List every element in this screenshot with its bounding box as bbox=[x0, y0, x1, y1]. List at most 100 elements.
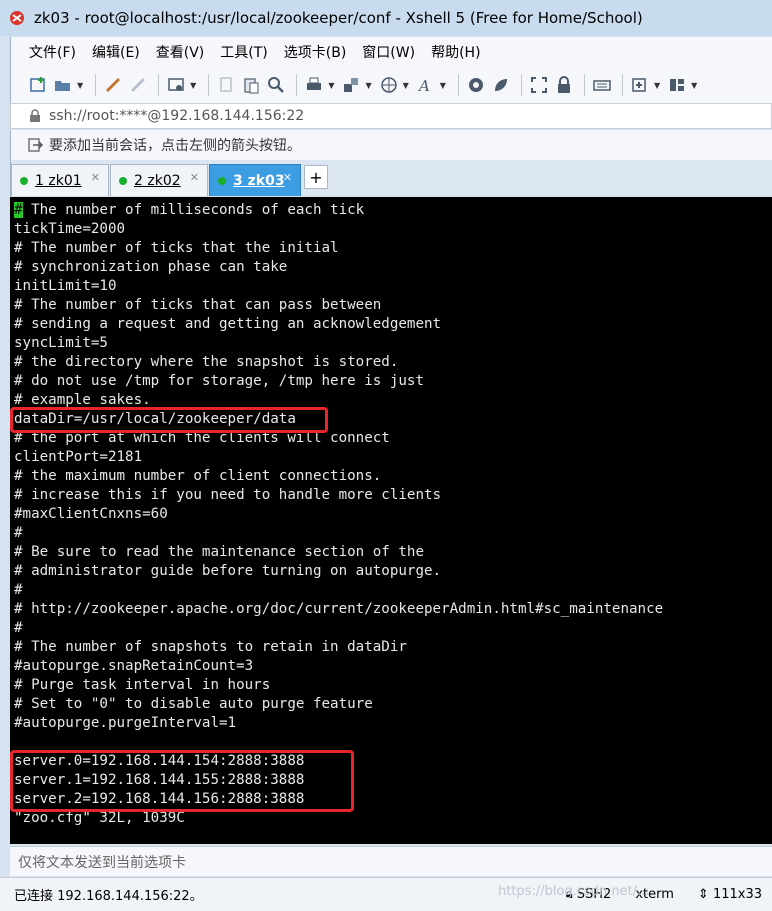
tab-bar: 1 zk01 ✕ 2 zk02 ✕ 3 zk03 ✕ + bbox=[10, 160, 772, 196]
menu-help[interactable]: 帮助(H) bbox=[431, 42, 480, 62]
terminal-line: # bbox=[14, 582, 23, 598]
status-bar: 已连接 192.168.144.156:22。 🔒︎ SSH2 xterm ⇕ … bbox=[0, 877, 772, 911]
add-tab-button[interactable]: + bbox=[304, 165, 328, 189]
terminal-line: # sending a request and getting an ackno… bbox=[14, 316, 442, 332]
terminal-output[interactable]: # The number of milliseconds of each tic… bbox=[10, 197, 772, 844]
add-session-arrow-icon[interactable] bbox=[27, 137, 43, 153]
info-bar: 要添加当前会话，点击左侧的箭头按钮。 bbox=[10, 130, 772, 160]
new-session-icon[interactable] bbox=[27, 74, 49, 96]
resize-icon: ⇕ bbox=[697, 887, 709, 902]
chevron-down-icon[interactable]: ▼ bbox=[403, 81, 409, 90]
toolbar-divider bbox=[583, 74, 585, 96]
terminal-line: # The number of ticks that can pass betw… bbox=[14, 297, 382, 313]
tab-zk01[interactable]: 1 zk01 ✕ bbox=[11, 164, 109, 196]
tab-label: 1 zk01 bbox=[35, 172, 82, 189]
toolbar-divider bbox=[208, 74, 210, 96]
terminal-line: # increase this if you need to handle mo… bbox=[14, 487, 442, 503]
terminal-line: # Purge task interval in hours bbox=[14, 677, 271, 693]
menu-tabs[interactable]: 选项卡(B) bbox=[284, 42, 347, 62]
menu-file[interactable]: 文件(F) bbox=[29, 42, 76, 62]
lock-icon bbox=[30, 109, 40, 122]
connection-status: 已连接 192.168.144.156:22。 bbox=[14, 889, 203, 904]
disconnect-icon[interactable] bbox=[127, 74, 149, 96]
toolbar-divider bbox=[621, 74, 623, 96]
terminal-line: # The number of snapshots to retain in d… bbox=[14, 639, 407, 655]
terminal-cursor: # bbox=[14, 202, 23, 218]
terminal-line: # do not use /tmp for storage, /tmp here… bbox=[14, 373, 424, 389]
title-bar: zk03 - root@localhost:/usr/local/zookeep… bbox=[0, 0, 772, 36]
terminal-line: # the maximum number of client connectio… bbox=[14, 468, 382, 484]
paste-icon[interactable] bbox=[240, 74, 262, 96]
script-icon[interactable] bbox=[490, 74, 512, 96]
font-icon[interactable]: A bbox=[415, 74, 437, 96]
status-dot-icon bbox=[218, 176, 226, 185]
terminal-line: initLimit=10 bbox=[14, 278, 117, 294]
terminal-size-status: ⇕ 111x33 bbox=[697, 887, 762, 902]
window-title: zk03 - root@localhost:/usr/local/zookeep… bbox=[34, 9, 643, 27]
terminal-line: tickTime=2000 bbox=[14, 221, 126, 237]
chevron-down-icon[interactable]: ▼ bbox=[365, 81, 371, 90]
close-icon[interactable]: ✕ bbox=[190, 171, 199, 184]
toolbar-divider bbox=[158, 74, 160, 96]
terminal-line: # bbox=[14, 620, 23, 636]
datadir-highlight-box bbox=[10, 407, 328, 433]
menu-tools[interactable]: 工具(T) bbox=[220, 42, 267, 62]
connect-icon[interactable] bbox=[102, 74, 124, 96]
chevron-down-icon[interactable]: ▼ bbox=[440, 81, 446, 90]
svg-text:A: A bbox=[417, 77, 430, 94]
send-text-bar[interactable]: 仅将文本发送到当前选项卡 bbox=[10, 846, 772, 876]
print-icon[interactable] bbox=[303, 74, 325, 96]
terminal-line: # synchronization phase can take bbox=[14, 259, 288, 275]
close-icon[interactable]: ✕ bbox=[91, 171, 100, 184]
menu-window[interactable]: 窗口(W) bbox=[362, 42, 415, 62]
globe-icon[interactable] bbox=[378, 74, 400, 96]
toolbar: ▼ ▼ ▼ ▼ ▼ A ▼ ▼ ▼ bbox=[10, 67, 772, 103]
menu-view[interactable]: 查看(V) bbox=[156, 42, 205, 62]
layout-icon[interactable] bbox=[666, 74, 688, 96]
chevron-down-icon[interactable]: ▼ bbox=[77, 81, 83, 90]
tab-zk03[interactable]: 3 zk03 ✕ bbox=[209, 164, 301, 196]
terminal-line: # The number of milliseconds of each tic… bbox=[14, 202, 365, 218]
terminal-line: #autopurge.snapRetainCount=3 bbox=[14, 658, 254, 674]
terminal-line: # http://zookeeper.apache.org/doc/curren… bbox=[14, 601, 664, 617]
chevron-down-icon[interactable]: ▼ bbox=[654, 81, 660, 90]
toolbar-divider bbox=[520, 74, 522, 96]
fullscreen-icon[interactable] bbox=[528, 74, 550, 96]
chevron-down-icon[interactable]: ▼ bbox=[190, 81, 196, 90]
chevron-down-icon[interactable]: ▼ bbox=[691, 81, 697, 90]
terminal-line: # Be sure to read the maintenance sectio… bbox=[14, 544, 424, 560]
info-text: 要添加当前会话，点击左侧的箭头按钮。 bbox=[49, 138, 301, 154]
copy-icon[interactable] bbox=[215, 74, 237, 96]
tab-label: 2 zk02 bbox=[134, 172, 181, 189]
close-icon[interactable]: ✕ bbox=[283, 171, 292, 184]
properties-icon[interactable] bbox=[165, 74, 187, 96]
tab-zk02[interactable]: 2 zk02 ✕ bbox=[110, 164, 208, 196]
menu-bar: 文件(F) 编辑(E) 查看(V) 工具(T) 选项卡(B) 窗口(W) 帮助(… bbox=[10, 37, 772, 67]
keyboard-icon[interactable] bbox=[591, 74, 613, 96]
terminal-line: # Set to "0" to disable auto purge featu… bbox=[14, 696, 373, 712]
toolbar-divider bbox=[95, 74, 97, 96]
new-tab-icon[interactable] bbox=[629, 74, 651, 96]
status-dot-icon bbox=[119, 176, 127, 185]
address-bar[interactable]: ssh://root:****@192.168.144.156:22 bbox=[10, 103, 772, 129]
watermark: https://blog.csdn.net/... bbox=[498, 884, 650, 899]
address-text: ssh://root:****@192.168.144.156:22 bbox=[49, 108, 305, 124]
terminal-line: #autopurge.purgeInterval=1 bbox=[14, 715, 237, 731]
chevron-down-icon[interactable]: ▼ bbox=[328, 81, 334, 90]
terminal-line: # bbox=[14, 525, 23, 541]
terminal-line: # administrator guide before turning on … bbox=[14, 563, 442, 579]
terminal-line: # The number of ticks that the initial bbox=[14, 240, 339, 256]
lock-screen-icon[interactable] bbox=[553, 74, 575, 96]
find-icon[interactable] bbox=[265, 74, 287, 96]
terminal-line: # the directory where the snapshot is st… bbox=[14, 354, 399, 370]
toolbar-divider bbox=[457, 74, 459, 96]
xftp-icon[interactable] bbox=[465, 74, 487, 96]
terminal-line: clientPort=2181 bbox=[14, 449, 143, 465]
terminal-line: #maxClientCnxns=60 bbox=[14, 506, 168, 522]
servers-highlight-box bbox=[10, 750, 354, 812]
open-folder-icon[interactable] bbox=[52, 74, 74, 96]
tab-label: 3 zk03 bbox=[233, 172, 285, 189]
transfer-icon[interactable] bbox=[340, 74, 362, 96]
menu-edit[interactable]: 编辑(E) bbox=[92, 42, 140, 62]
xshell-app-icon bbox=[10, 11, 24, 25]
